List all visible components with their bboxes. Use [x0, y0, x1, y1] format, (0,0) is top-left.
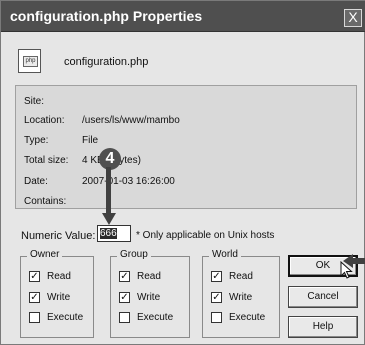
group-write-checkbox[interactable]: ✓ Write	[119, 290, 160, 304]
checkbox-checked-icon: ✓	[119, 270, 130, 282]
group-group: Group ✓ Read ✓ Write Execute	[110, 249, 190, 338]
world-write-label: Write	[229, 291, 253, 303]
callout-arrow-head-icon	[102, 213, 116, 225]
info-label-site: Site:	[24, 96, 45, 107]
cancel-button[interactable]: Cancel	[288, 286, 358, 308]
info-value-type: File	[82, 135, 99, 146]
world-read-label: Read	[229, 270, 253, 282]
info-label-contains: Contains:	[24, 196, 67, 207]
info-label-location: Location:	[24, 115, 65, 126]
owner-read-checkbox[interactable]: ✓ Read	[29, 269, 71, 283]
world-execute-checkbox[interactable]: Execute	[211, 310, 265, 324]
world-write-checkbox[interactable]: ✓ Write	[211, 290, 252, 304]
help-button[interactable]: Help	[288, 316, 358, 338]
world-group-title: World	[209, 249, 241, 260]
info-value-date: 2007-01-03 16:26:00	[82, 176, 175, 187]
checkbox-unchecked-icon	[119, 311, 130, 323]
checkbox-unchecked-icon	[29, 311, 40, 323]
checkbox-checked-icon: ✓	[119, 291, 130, 303]
checkbox-checked-icon: ✓	[211, 291, 222, 303]
close-icon[interactable]: X	[344, 9, 362, 27]
properties-dialog: configuration.php Properties X php confi…	[0, 0, 365, 345]
file-info-panel: Site: Location: /users/ls/www/mambo Type…	[15, 85, 357, 209]
php-file-icon: php	[18, 49, 41, 73]
checkbox-unchecked-icon	[211, 311, 222, 323]
owner-group-title: Owner	[27, 249, 63, 260]
callout-arrow-shaft	[106, 167, 111, 213]
info-value-location: /users/ls/www/mambo	[82, 115, 180, 126]
numeric-value-text: 666	[100, 228, 117, 239]
php-file-icon-label: php	[23, 56, 38, 67]
world-group: World ✓ Read ✓ Write Execute	[202, 249, 280, 338]
group-execute-label: Execute	[137, 311, 174, 323]
owner-execute-checkbox[interactable]: Execute	[29, 310, 83, 324]
info-label-date: Date:	[24, 176, 48, 187]
group-read-checkbox[interactable]: ✓ Read	[119, 269, 161, 283]
group-execute-checkbox[interactable]: Execute	[119, 310, 173, 324]
checkbox-checked-icon: ✓	[29, 270, 40, 282]
owner-execute-label: Execute	[47, 311, 84, 323]
window-title: configuration.php Properties	[10, 8, 203, 24]
numeric-value-input[interactable]: 666	[97, 225, 131, 242]
numeric-value-label: Numeric Value:	[21, 230, 96, 242]
mouse-cursor-icon	[340, 261, 353, 279]
owner-write-checkbox[interactable]: ✓ Write	[29, 290, 70, 304]
world-execute-label: Execute	[229, 311, 266, 323]
owner-group: Owner ✓ Read ✓ Write Execute	[20, 249, 94, 338]
owner-write-label: Write	[47, 291, 71, 303]
info-label-type: Type:	[24, 135, 49, 146]
file-name: configuration.php	[64, 56, 149, 68]
checkbox-checked-icon: ✓	[29, 291, 40, 303]
info-label-size: Total size:	[24, 155, 69, 166]
unix-note: * Only applicable on Unix hosts	[136, 230, 275, 241]
title-bar[interactable]: configuration.php Properties X	[1, 1, 365, 32]
world-read-checkbox[interactable]: ✓ Read	[211, 269, 253, 283]
checkbox-checked-icon: ✓	[211, 270, 222, 282]
group-group-title: Group	[117, 249, 151, 260]
group-read-label: Read	[137, 270, 161, 282]
owner-read-label: Read	[47, 270, 71, 282]
group-write-label: Write	[137, 291, 161, 303]
